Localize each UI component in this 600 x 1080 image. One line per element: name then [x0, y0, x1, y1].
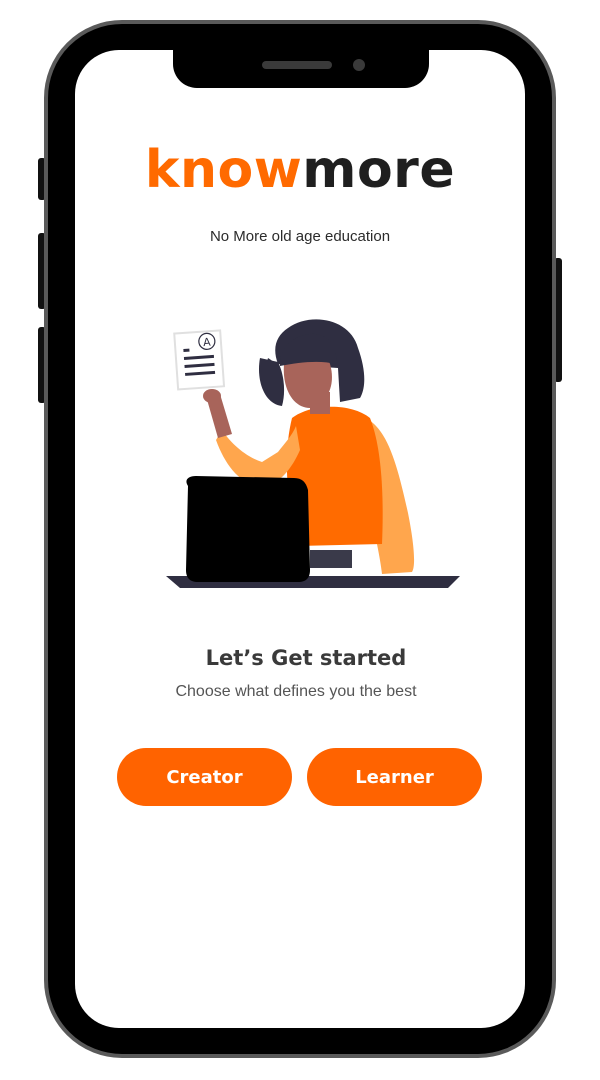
graded-document: A — [173, 329, 226, 391]
app-tagline: No More old age education — [209, 228, 391, 245]
onboarding-subheading: Choose what defines you the best — [175, 683, 417, 700]
logo-text-know: know — [144, 140, 303, 200]
woman-with-laptop-illustration: A — [166, 319, 460, 588]
laptop — [186, 476, 310, 582]
svg-text:A: A — [203, 336, 212, 350]
creator-button[interactable]: Creator — [117, 748, 292, 806]
speaker-grille — [262, 61, 332, 69]
front-camera — [353, 59, 365, 71]
onboarding-heading: Let’s Get started — [205, 646, 407, 670]
hand-on-desk — [310, 550, 352, 568]
app-logo: knowmore — [75, 144, 525, 196]
hand — [203, 389, 221, 403]
logo-text-more: more — [302, 140, 456, 200]
learner-button[interactable]: Learner — [307, 748, 482, 806]
